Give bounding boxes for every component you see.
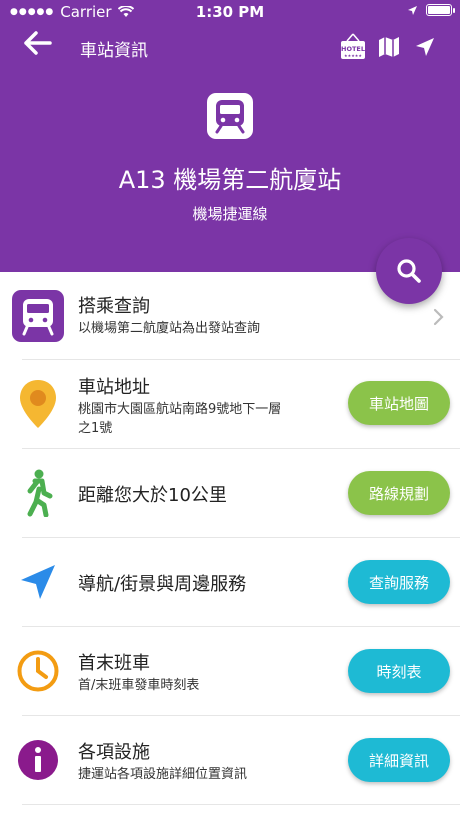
- train-icon: [12, 290, 64, 342]
- location-arrow-icon: [408, 5, 417, 15]
- map-icon: [379, 37, 399, 57]
- list-item-navigation: 導航/街景與周邊服務 查詢服務: [21, 538, 460, 627]
- search-icon: [397, 259, 421, 283]
- navigation-icon-wrap: [12, 556, 64, 608]
- list-item-station-address: 車站地址 桃園市大園區航站南路9號地下一層 之1號 車站地圖: [20, 360, 460, 449]
- ride-query-title: 搭乘查詢: [78, 296, 150, 317]
- info-icon-wrap: [12, 734, 64, 786]
- facilities-subtitle: 捷運站各項設施詳細位置資訊: [78, 767, 248, 782]
- ride-query-subtitle: 以機場第二航廈站為出發站查詢: [78, 321, 261, 336]
- list-item-distance: 距離您大於10公里 路線規劃: [22, 449, 460, 538]
- route-planning-button[interactable]: 路線規劃: [348, 471, 450, 515]
- list-item-facilities: 各項設施 捷運站各項設施詳細位置資訊 詳細資訊: [18, 716, 460, 805]
- nav-bar: 車站資訊 HOTEL ★★★★★: [0, 28, 460, 68]
- ride-query-icon-wrap: [12, 290, 64, 342]
- hotel-icon: HOTEL ★★★★★: [341, 33, 365, 59]
- station-map-button[interactable]: 車站地圖: [348, 381, 450, 425]
- details-button[interactable]: 詳細資訊: [348, 738, 450, 782]
- back-arrow-icon: [24, 31, 52, 55]
- timetable-button[interactable]: 時刻表: [348, 649, 450, 693]
- train-icon: [215, 100, 245, 134]
- station-header: ●●●●● Carrier 1:30 PM 車站資訊 HOTEL ★★★★★ A…: [0, 0, 460, 272]
- address-line2: 之1號: [78, 421, 113, 436]
- back-button[interactable]: [22, 30, 58, 64]
- navigate-button[interactable]: [410, 32, 440, 62]
- search-button[interactable]: [376, 238, 442, 304]
- nav-title: 車站資訊: [80, 41, 148, 61]
- navigation-title: 導航/街景與周邊服務: [78, 574, 247, 595]
- info-icon: [18, 740, 58, 780]
- first-last-train-title: 首末班車: [78, 653, 150, 674]
- query-service-button[interactable]: 查詢服務: [348, 560, 450, 604]
- svg-text:HOTEL: HOTEL: [341, 45, 365, 53]
- address-icon-wrap: [12, 378, 64, 430]
- chevron-right-icon: [433, 308, 444, 326]
- status-time: 1:30 PM: [195, 3, 265, 21]
- facilities-title: 各項設施: [78, 742, 150, 763]
- distance-title: 距離您大於10公里: [78, 485, 227, 506]
- status-bar: ●●●●● Carrier 1:30 PM: [0, 0, 460, 24]
- svg-text:★★★★★: ★★★★★: [344, 53, 362, 58]
- battery-icon: [426, 4, 455, 16]
- station-name: A13 機場第二航廈站: [118, 166, 342, 194]
- status-right: [407, 4, 455, 16]
- hotel-button[interactable]: HOTEL ★★★★★: [338, 32, 368, 62]
- station-train-icon: [207, 93, 253, 139]
- station-info-list: 搭乘查詢 以機場第二航廈站為出發站查詢 車站地址 桃園市大園區航站南路9號地下一…: [0, 272, 460, 805]
- line-name: 機場捷運線: [192, 205, 268, 223]
- list-item-first-last-train: 首末班車 首/末班車發車時刻表 時刻表: [17, 627, 460, 716]
- navigation-arrow-icon: [416, 38, 434, 56]
- address-title: 車站地址: [78, 377, 150, 398]
- distance-icon-wrap: [12, 467, 64, 519]
- clock-icon-wrap: [12, 645, 64, 697]
- map-button[interactable]: [374, 32, 404, 62]
- address-line1: 桃園市大園區航站南路9號地下一層: [78, 402, 282, 417]
- walking-person-icon: [27, 469, 53, 517]
- clock-icon: [17, 650, 59, 692]
- first-last-train-subtitle: 首/末班車發車時刻表: [78, 678, 200, 693]
- location-pin-icon: [20, 380, 56, 428]
- navigation-arrow-icon: [21, 565, 55, 599]
